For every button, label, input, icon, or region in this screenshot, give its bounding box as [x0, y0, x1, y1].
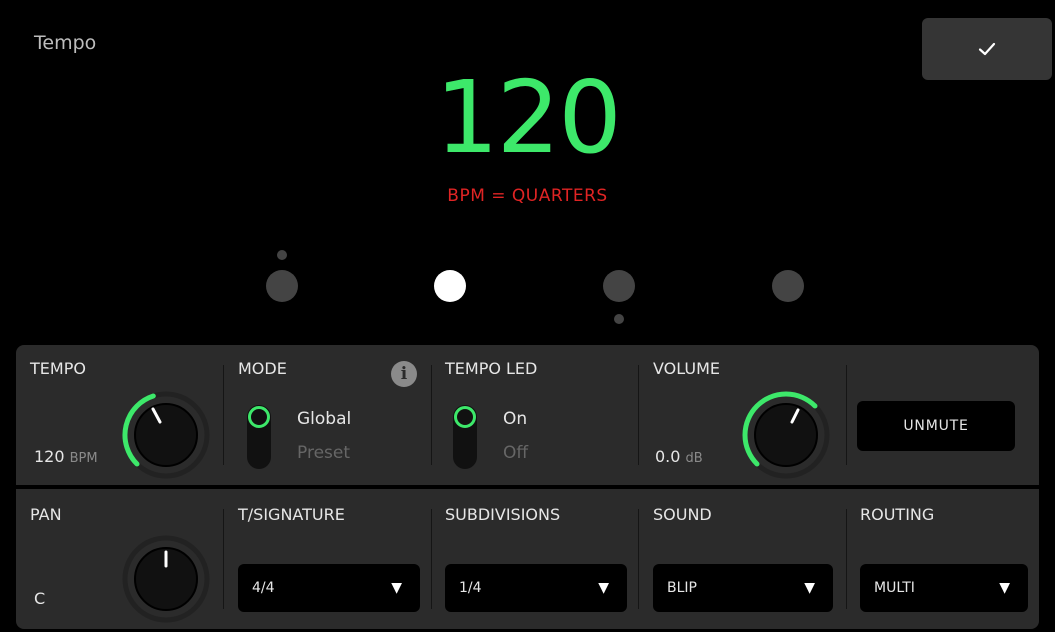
- tempo-value-large[interactable]: 120: [16, 68, 1039, 168]
- page-title: Tempo: [34, 32, 97, 54]
- subdivisions-value: 1/4: [459, 580, 482, 596]
- tempo-label: TEMPO: [30, 359, 86, 378]
- sound-label: SOUND: [653, 505, 712, 524]
- pan-readout: C: [34, 589, 46, 608]
- unmute-button[interactable]: UNMUTE: [857, 401, 1015, 451]
- divider: [638, 509, 639, 609]
- tempo-readout: 120 BPM: [34, 447, 98, 466]
- bpm-caption: BPM = QUARTERS: [447, 186, 608, 206]
- volume-readout-unit: dB: [685, 451, 703, 466]
- divider: [431, 509, 432, 609]
- beat-indicator-1: [266, 270, 298, 302]
- beat-indicator-3: [603, 270, 635, 302]
- mode-toggle-knob: [248, 406, 270, 428]
- tempo-display: Tempo 120 BPM = QUARTERS: [16, 6, 1052, 342]
- beat-marker-dot: [614, 314, 624, 324]
- tempo-readout-value: 120: [34, 447, 65, 466]
- divider: [223, 365, 224, 465]
- time-signature-value: 4/4: [252, 580, 275, 596]
- divider: [223, 509, 224, 609]
- beat-indicator-4: [772, 270, 804, 302]
- check-icon: [978, 42, 996, 56]
- caret-down-icon: ▼: [999, 580, 1010, 596]
- caret-down-icon: ▼: [391, 580, 402, 596]
- sound-value: BLIP: [667, 580, 697, 596]
- divider: [846, 509, 847, 609]
- mode-toggle[interactable]: [247, 405, 271, 469]
- volume-label: VOLUME: [653, 359, 720, 378]
- divider: [431, 365, 432, 465]
- tempo-knob[interactable]: [120, 389, 212, 481]
- controls-row-2: PAN C T/SIGNATURE 4/4 ▼ SUBDIVISIONS 1/4…: [16, 489, 1039, 629]
- time-signature-select[interactable]: 4/4 ▼: [238, 564, 420, 612]
- volume-readout-value: 0.0: [655, 447, 681, 466]
- beat-marker-dot: [277, 250, 287, 260]
- tempo-led-option-on[interactable]: On: [503, 409, 527, 429]
- tempo-led-option-off[interactable]: Off: [503, 443, 528, 463]
- info-icon[interactable]: i: [391, 361, 417, 387]
- time-signature-label: T/SIGNATURE: [238, 505, 345, 524]
- mode-option-global[interactable]: Global: [297, 409, 351, 429]
- routing-select[interactable]: MULTI ▼: [860, 564, 1028, 612]
- divider: [638, 365, 639, 465]
- tempo-led-toggle[interactable]: [453, 405, 477, 469]
- volume-knob[interactable]: [740, 389, 832, 481]
- mode-option-preset[interactable]: Preset: [297, 443, 350, 463]
- tempo-readout-unit: BPM: [69, 451, 98, 466]
- divider: [846, 365, 847, 465]
- tempo-led-label: TEMPO LED: [445, 359, 538, 378]
- mode-label: MODE: [238, 359, 287, 378]
- controls-row-1: TEMPO 120 BPM MODE i Global Preset TEMPO…: [16, 345, 1039, 485]
- pan-knob[interactable]: [120, 533, 212, 625]
- beat-indicator-2: [434, 270, 466, 302]
- sound-select[interactable]: BLIP ▼: [653, 564, 833, 612]
- volume-readout: 0.0 dB: [655, 447, 703, 466]
- routing-value: MULTI: [874, 580, 915, 596]
- caret-down-icon: ▼: [598, 580, 609, 596]
- subdivisions-label: SUBDIVISIONS: [445, 505, 561, 524]
- subdivisions-select[interactable]: 1/4 ▼: [445, 564, 627, 612]
- pan-label: PAN: [30, 505, 62, 524]
- tempo-led-toggle-knob: [454, 406, 476, 428]
- routing-label: ROUTING: [860, 505, 935, 524]
- caret-down-icon: ▼: [804, 580, 815, 596]
